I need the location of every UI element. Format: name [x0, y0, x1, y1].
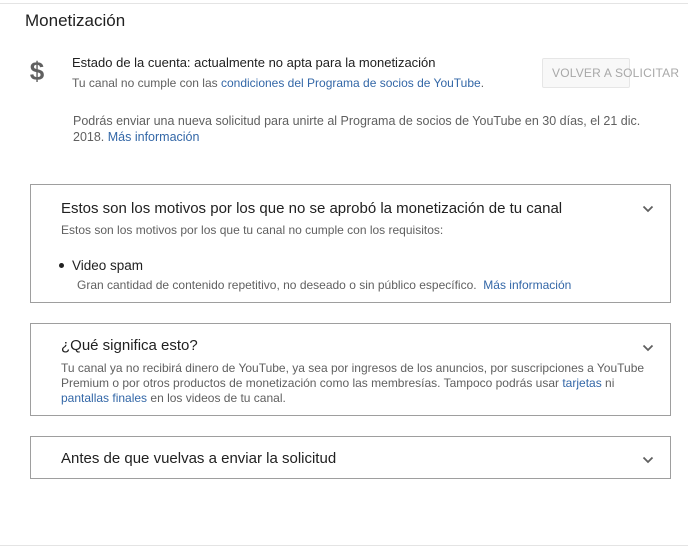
top-divider: [0, 3, 688, 4]
chevron-down-icon[interactable]: [642, 454, 654, 466]
before-reapply-title[interactable]: Antes de que vuelvas a enviar la solicit…: [61, 449, 336, 469]
meaning-text-part3: en los videos de tu canal.: [147, 391, 286, 405]
cards-link[interactable]: tarjetas: [562, 376, 601, 390]
account-status-description: Tu canal no cumple con las condiciones d…: [72, 75, 484, 91]
what-this-means-title[interactable]: ¿Qué significa esto?: [61, 336, 198, 356]
rejection-reasons-title[interactable]: Estos son los motivos por los que no se …: [61, 199, 562, 219]
before-reapply-panel[interactable]: Antes de que vuelvas a enviar la solicit…: [30, 436, 671, 479]
partner-program-conditions-link[interactable]: condiciones del Programa de socios de Yo…: [221, 76, 481, 90]
end-screens-link[interactable]: pantallas finales: [61, 391, 147, 405]
reason-item-text: Gran cantidad de contenido repetitivo, n…: [77, 278, 477, 292]
dollar-icon: $: [29, 56, 45, 86]
page-title: Monetización: [25, 11, 126, 30]
chevron-down-icon[interactable]: [642, 203, 654, 215]
reason-more-info-link[interactable]: Más información: [483, 278, 571, 292]
meaning-text-part2: ni: [601, 376, 615, 390]
status-desc-suffix: .: [480, 76, 485, 90]
what-this-means-panel: ¿Qué significa esto? Tu canal ya no reci…: [30, 323, 671, 416]
reason-item-description: Gran cantidad de contenido repetitivo, n…: [77, 277, 571, 293]
status-desc-prefix: Tu canal no cumple con las: [72, 76, 221, 90]
account-status-title: Estado de la cuenta: actualmente no apta…: [72, 55, 436, 70]
reapply-notice: Podrás enviar una nueva solicitud para u…: [73, 113, 673, 145]
reason-item-title: Video spam: [72, 258, 144, 273]
bullet-icon: [59, 262, 64, 268]
reason-item: Video spam: [59, 257, 143, 275]
rejection-reasons-panel: Estos son los motivos por los que no se …: [30, 184, 671, 303]
what-this-means-text: Tu canal ya no recibirá dinero de YouTub…: [61, 361, 661, 406]
reapply-button-label: VOLVER A SOLICITAR: [552, 66, 680, 80]
meaning-text-part1: Tu canal ya no recibirá dinero de YouTub…: [61, 361, 645, 390]
bottom-divider: [0, 545, 688, 546]
notice-more-info-link[interactable]: Más información: [108, 130, 200, 144]
rejection-reasons-description: Estos son los motivos por los que tu can…: [61, 223, 444, 237]
chevron-down-icon[interactable]: [642, 342, 654, 354]
